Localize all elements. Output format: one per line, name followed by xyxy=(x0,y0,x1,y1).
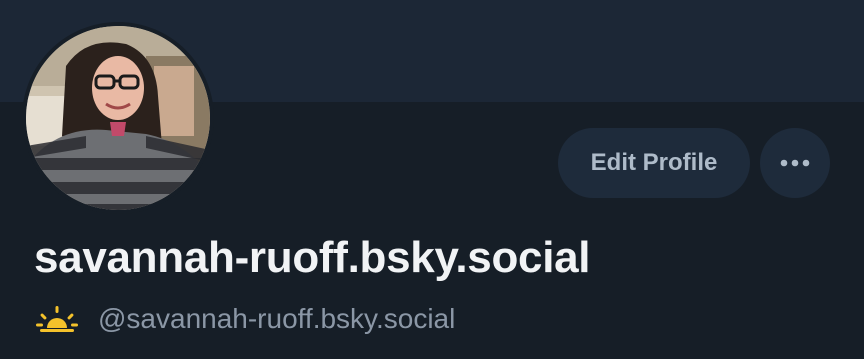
sun-icon xyxy=(36,306,78,332)
avatar[interactable] xyxy=(22,22,214,214)
profile-handle: @savannah-ruoff.bsky.social xyxy=(98,303,456,334)
more-options-button[interactable] xyxy=(760,128,830,198)
handle-row: @savannah-ruoff.bsky.social xyxy=(36,296,455,342)
display-name: savannah-ruoff.bsky.social xyxy=(34,233,591,282)
edit-profile-button[interactable]: Edit Profile xyxy=(558,128,750,198)
ellipsis-icon xyxy=(780,159,810,167)
avatar-photo xyxy=(26,26,210,210)
profile-header: Edit Profile savannah-ruoff.bsky.social … xyxy=(0,0,864,359)
